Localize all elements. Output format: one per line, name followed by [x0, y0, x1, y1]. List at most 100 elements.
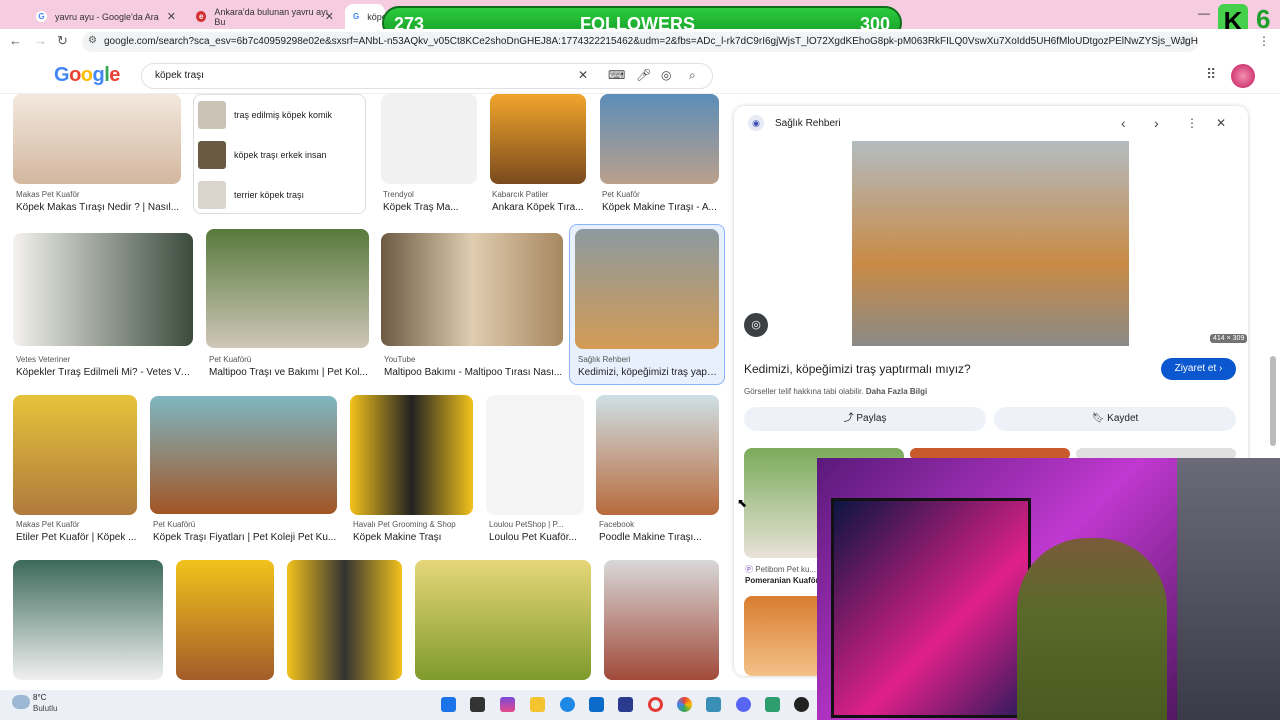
forward-icon[interactable]: →	[34, 33, 47, 48]
more-info-link[interactable]: Daha Fazla Bilgi	[866, 387, 927, 396]
back-icon[interactable]: ←	[9, 33, 22, 48]
site-info-icon[interactable]: ⚙	[88, 35, 97, 46]
result-image-9[interactable]	[13, 395, 137, 515]
visit-label: Ziyaret et	[1174, 363, 1217, 374]
preview-image[interactable]	[852, 141, 1129, 346]
url-field[interactable]: google.com/search?sca_esv=6b7c40959298e0…	[82, 32, 1198, 52]
chrome-icon[interactable]	[677, 697, 692, 712]
taskbar	[0, 690, 817, 720]
result-image-10[interactable]	[150, 396, 337, 514]
google-icon: G	[353, 12, 360, 21]
avatar[interactable]	[1231, 64, 1255, 88]
microphone-icon[interactable]: 🎤︎	[636, 68, 651, 82]
result-image-11[interactable]	[350, 395, 473, 515]
copilot-icon[interactable]	[500, 697, 515, 712]
result-caption[interactable]: Maltipoo Bakımı - Maltipoo Tırası Nası..…	[384, 367, 563, 378]
result-image-3[interactable]	[490, 94, 586, 184]
bookmark-star-icon[interactable]: ☆	[1178, 34, 1189, 48]
panel-title[interactable]: Kedimizi, köpeğimizi traş yaptırmalı mıy…	[744, 362, 1144, 376]
mouse-cursor-icon: ⬉	[737, 496, 748, 510]
edge-icon[interactable]	[560, 697, 575, 712]
result-image-5[interactable]	[13, 233, 193, 346]
google-logo[interactable]: Google	[54, 64, 120, 87]
app2-icon[interactable]	[765, 697, 780, 712]
file-explorer-icon[interactable]	[530, 697, 545, 712]
settings-icon[interactable]	[706, 697, 721, 712]
result-image-15[interactable]	[176, 560, 274, 680]
lens-icon[interactable]: ◎	[744, 313, 768, 337]
result-image-18[interactable]	[604, 560, 719, 680]
result-caption[interactable]: Köpek Makas Tıraşı Nedir ? | Nasıl...	[16, 202, 184, 213]
result-caption[interactable]: Köpek Makine Traşı	[353, 532, 473, 543]
close-icon[interactable]: ✕	[167, 10, 176, 23]
tab-1[interactable]: Gyavru ayu - Google'da Ara ✕	[28, 4, 184, 29]
news-icon: e	[196, 11, 207, 22]
result-caption[interactable]: Etiler Pet Kuaför | Köpek ...	[16, 532, 137, 543]
result-image-4[interactable]	[600, 94, 719, 184]
search-icon[interactable]: ⌕	[689, 68, 696, 83]
reload-icon[interactable]: ↻	[57, 33, 68, 49]
related-item[interactable]: traş edilmiş köpek komik	[198, 100, 362, 130]
app-icon[interactable]	[618, 697, 633, 712]
panel-site-name[interactable]: Sağlık Rehberi	[775, 118, 841, 129]
menu-icon[interactable]: ⋮	[1258, 34, 1270, 48]
share-button[interactable]: ⤴ Paylaş	[744, 407, 986, 431]
related-item[interactable]: terrier köpek traşı	[198, 180, 362, 210]
result-caption[interactable]: Ankara Köpek Tıra...	[492, 202, 588, 213]
save-button[interactable]: 🔖︎ Kaydet	[994, 407, 1236, 431]
store-icon[interactable]	[589, 697, 604, 712]
previous-icon[interactable]: ‹	[1121, 115, 1126, 131]
webcam-overlay	[817, 458, 1280, 720]
opera-icon[interactable]	[648, 697, 663, 712]
tab-2[interactable]: e Ankara'da bulunan yavru ayı Bu ✕	[188, 4, 342, 29]
site-icon: ◉	[748, 115, 764, 131]
related-text: traş edilmiş köpek komik	[234, 110, 333, 120]
minimize-icon[interactable]: —	[1198, 6, 1210, 20]
result-image-1[interactable]	[13, 94, 181, 184]
result-caption[interactable]: Köpek Makine Tıraşı - A...	[602, 202, 719, 213]
result-image-17[interactable]	[415, 560, 591, 680]
petibom-icon: Ⓟ	[745, 565, 753, 574]
result-source: Kabarcık Patiler	[492, 190, 549, 199]
result-image-13[interactable]	[596, 395, 719, 515]
result-source: Trendyol	[383, 190, 414, 199]
result-image-12[interactable]	[486, 395, 584, 515]
keyboard-icon[interactable]: ⌨	[608, 68, 625, 82]
scrollbar[interactable]	[1270, 356, 1276, 446]
result-source: Makas Pet Kuaför	[16, 190, 80, 199]
result-image-14[interactable]	[13, 560, 163, 680]
result-caption[interactable]: Köpekler Tıraş Edilmeli Mi? - Vetes Ve..…	[16, 367, 193, 378]
task-view-icon[interactable]	[470, 697, 485, 712]
clear-icon[interactable]: ✕	[578, 68, 588, 82]
similar-caption[interactable]: Pomeranian Kuaför	[745, 576, 820, 585]
next-icon[interactable]: ›	[1154, 115, 1159, 131]
tab-3[interactable]: Gköpek	[345, 4, 391, 29]
result-caption[interactable]: Maltipoo Traşı ve Bakımı | Pet Kol...	[209, 367, 369, 378]
search-input[interactable]: köpek traşı	[141, 63, 713, 89]
result-caption[interactable]: Poodle Makine Tıraşı...	[599, 532, 716, 543]
close-icon[interactable]: ✕	[1216, 116, 1226, 130]
result-caption[interactable]: Kedimizi, köpeğimizi traş yaptı...	[578, 367, 718, 378]
apps-grid-icon[interactable]: ⠿	[1206, 66, 1216, 83]
visit-button[interactable]: Ziyaret et ›	[1161, 358, 1236, 380]
result-caption[interactable]: Loulou Pet Kuaför...	[489, 532, 584, 543]
similar-image-4[interactable]	[744, 596, 824, 676]
lens-icon[interactable]: ◎	[661, 68, 671, 82]
start-icon[interactable]	[441, 697, 456, 712]
result-image-7[interactable]	[381, 233, 563, 346]
related-text: köpek traşı erkek insan	[234, 150, 327, 160]
result-caption[interactable]: Köpek Traş Ma...	[383, 202, 478, 213]
result-caption[interactable]: Köpek Traşı Fiyatları | Pet Koleji Pet K…	[153, 532, 337, 543]
result-image-8[interactable]	[575, 229, 719, 349]
result-image-2[interactable]	[381, 94, 477, 184]
obs-icon[interactable]	[794, 697, 809, 712]
close-icon[interactable]: ✕	[325, 10, 334, 23]
result-image-6[interactable]	[206, 229, 369, 348]
related-item[interactable]: köpek traşı erkek insan	[198, 140, 362, 170]
weather-desc[interactable]: Bulutlu	[33, 704, 57, 713]
search-query: köpek traşı	[155, 70, 204, 81]
result-image-16[interactable]	[287, 560, 402, 680]
weather-temp[interactable]: 8°C	[33, 693, 46, 702]
more-options-icon[interactable]: ⋮	[1186, 116, 1198, 130]
discord-icon[interactable]	[736, 697, 751, 712]
